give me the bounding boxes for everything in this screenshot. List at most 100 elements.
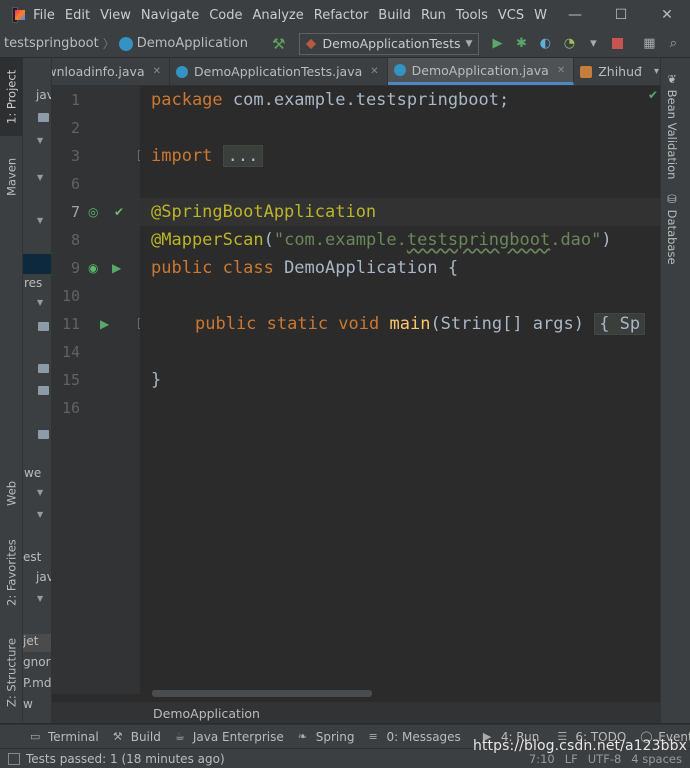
folded-imports[interactable]: ... bbox=[222, 145, 264, 167]
run-configuration-select[interactable]: DemoApplicationTests ▼ bbox=[299, 32, 480, 55]
coverage-icon[interactable]: ◐ bbox=[533, 32, 557, 56]
close-icon[interactable]: ✕ bbox=[557, 65, 565, 76]
tool-java-enterprise[interactable]: ☕ Java Enterprise bbox=[175, 730, 284, 744]
tab-database[interactable]: ⛁ Database bbox=[665, 192, 679, 265]
line-separator[interactable]: LF bbox=[565, 752, 578, 766]
code-line-11: public static void main(String[] args) {… bbox=[140, 310, 660, 338]
menu-build[interactable]: Build bbox=[373, 8, 416, 23]
keyword: package bbox=[151, 90, 223, 110]
line-number: 6 bbox=[70, 175, 80, 193]
menu-refactor[interactable]: Refactor bbox=[309, 8, 374, 23]
tabs-overflow-button[interactable]: ▾≡ 6 bbox=[650, 58, 660, 85]
folder-icon bbox=[38, 386, 49, 395]
spring-bean-icon[interactable]: ◎ bbox=[88, 198, 98, 226]
chevron-down-icon[interactable]: ▼ bbox=[37, 136, 43, 145]
menu-tools[interactable]: Tools bbox=[451, 8, 493, 23]
breadcrumb-file[interactable]: DemoApplication bbox=[137, 36, 248, 51]
run-gutter-icon[interactable]: ▶ bbox=[112, 254, 121, 282]
profile-icon[interactable]: ◔ bbox=[557, 32, 581, 56]
menu-run[interactable]: Run bbox=[416, 8, 451, 23]
tab-web[interactable]: Web bbox=[0, 468, 23, 518]
tree-item[interactable]: jav bbox=[23, 570, 51, 588]
tab-bean-validation[interactable]: ❦ Bean Validation bbox=[665, 72, 679, 179]
tree-item[interactable]: est bbox=[23, 550, 51, 568]
menu-window[interactable]: W bbox=[529, 8, 552, 23]
tree-item[interactable]: we bbox=[23, 466, 51, 484]
run-gutter-icon[interactable]: ▶ bbox=[100, 310, 109, 338]
chevron-down-icon[interactable]: ▼ bbox=[37, 173, 43, 182]
annotation: @MapperScan bbox=[151, 230, 264, 250]
line-number: 2 bbox=[70, 119, 80, 137]
code-line-1: package com.example.testspringboot; bbox=[140, 86, 660, 114]
status-message[interactable]: Tests passed: 1 (18 minutes ago) bbox=[26, 752, 225, 766]
status-window-icon[interactable] bbox=[8, 752, 20, 765]
tab-maven[interactable]: Maven bbox=[0, 146, 23, 208]
line-number: 10 bbox=[61, 287, 80, 305]
caret-position[interactable]: 7:10 bbox=[529, 752, 555, 766]
project-structure-icon[interactable]: ▦ bbox=[637, 32, 661, 56]
tool-messages[interactable]: ≡ 0: Messages bbox=[368, 730, 460, 744]
tab-project[interactable]: 1: Project bbox=[0, 58, 23, 136]
menu-vcs[interactable]: VCS bbox=[493, 8, 529, 23]
minimize-button[interactable]: — bbox=[552, 0, 598, 30]
tab-structure[interactable]: Z: Structure bbox=[0, 628, 23, 718]
menu-edit[interactable]: Edit bbox=[60, 8, 95, 23]
tab-zhihu[interactable]: Zhihuđ bbox=[574, 58, 650, 85]
tool-label: Java Enterprise bbox=[192, 729, 284, 744]
file-encoding[interactable]: UTF-8 bbox=[588, 752, 622, 766]
tree-item[interactable]: P.md bbox=[23, 676, 51, 694]
chevron-down-icon[interactable]: ▼ bbox=[37, 298, 43, 307]
menu-view[interactable]: View bbox=[95, 8, 136, 23]
inspection-ok-icon[interactable]: ✔ bbox=[648, 88, 658, 102]
menu-navigate[interactable]: Navigate bbox=[136, 8, 204, 23]
tree-item[interactable]: gnore bbox=[23, 655, 51, 673]
search-everywhere-icon[interactable]: ⌕ bbox=[661, 32, 685, 56]
horizontal-scrollbar[interactable] bbox=[152, 690, 372, 697]
chevron-down-icon[interactable]: ▼ bbox=[37, 216, 43, 225]
tool-label: Terminal bbox=[48, 729, 99, 744]
breadcrumb-project[interactable]: testspringboot bbox=[0, 36, 99, 51]
tab-favorites[interactable]: 2: Favorites bbox=[0, 528, 23, 618]
maximize-button[interactable]: ☐ bbox=[598, 0, 644, 30]
tree-item[interactable]: w bbox=[23, 697, 51, 715]
menu-bar: File Edit View Navigate Code Analyze Ref… bbox=[0, 0, 690, 30]
folder-icon bbox=[38, 364, 49, 373]
tab-demoapplication[interactable]: DemoApplication.java ✕ bbox=[387, 58, 575, 85]
chevron-down-icon[interactable]: ▼ bbox=[37, 488, 43, 497]
tab-downloadinfo[interactable]: wnloadinfo.java ✕ bbox=[52, 58, 170, 85]
menu-analyze[interactable]: Analyze bbox=[248, 8, 309, 23]
spring-check-icon[interactable]: ✔ bbox=[114, 198, 124, 226]
editor-breadcrumb[interactable]: DemoApplication bbox=[52, 702, 660, 723]
code-editor[interactable]: package com.example.testspringboot; impo… bbox=[140, 86, 660, 694]
spring-bean-icon[interactable]: ◉ bbox=[88, 254, 98, 282]
indent-setting[interactable]: 4 spaces bbox=[631, 752, 682, 766]
build-hammer-icon[interactable]: ⚒ bbox=[272, 35, 285, 53]
folded-method-body[interactable]: { Sp bbox=[594, 313, 646, 335]
left-tool-strip: 1: Project Maven Web 2: Favorites Z: Str… bbox=[0, 58, 23, 723]
line-number: 16 bbox=[61, 399, 80, 417]
tool-terminal[interactable]: ▭ Terminal bbox=[30, 730, 99, 744]
editor-gutter: 1 2 3 6 7 8 9 10 11 14 15 16 ◎ ✔ ◉ ▶ ▶ +… bbox=[52, 86, 149, 694]
chevron-down-icon[interactable]: ▼ bbox=[37, 594, 43, 603]
stop-icon[interactable] bbox=[605, 32, 629, 56]
more-run-options-icon[interactable]: ▾ bbox=[581, 32, 605, 56]
debug-icon[interactable]: ✱ bbox=[509, 32, 533, 56]
tool-spring[interactable]: ❧ Spring bbox=[298, 730, 355, 744]
tree-item[interactable]: jet bbox=[23, 634, 51, 652]
run-icon[interactable]: ▶ bbox=[485, 32, 509, 56]
tree-item[interactable]: jav bbox=[23, 88, 51, 106]
close-button[interactable]: ✕ bbox=[644, 0, 690, 30]
menu-file[interactable]: File bbox=[28, 8, 60, 23]
tree-item[interactable]: res bbox=[23, 276, 51, 294]
hammer-icon: ⚒ bbox=[112, 730, 123, 743]
chevron-down-icon[interactable]: ▼ bbox=[37, 510, 43, 519]
right-tool-strip: ❦ Bean Validation ⛁ Database bbox=[660, 58, 690, 723]
menu-code[interactable]: Code bbox=[204, 8, 247, 23]
tab-demoapplicationtests[interactable]: DemoApplicationTests.java ✕ bbox=[170, 58, 388, 85]
tool-build[interactable]: ⚒ Build bbox=[113, 730, 161, 744]
chevron-right-icon: 〉 bbox=[102, 37, 115, 51]
paren: ) bbox=[601, 230, 612, 250]
line-number: 8 bbox=[70, 231, 80, 249]
close-icon[interactable]: ✕ bbox=[370, 66, 378, 77]
close-icon[interactable]: ✕ bbox=[153, 66, 161, 77]
